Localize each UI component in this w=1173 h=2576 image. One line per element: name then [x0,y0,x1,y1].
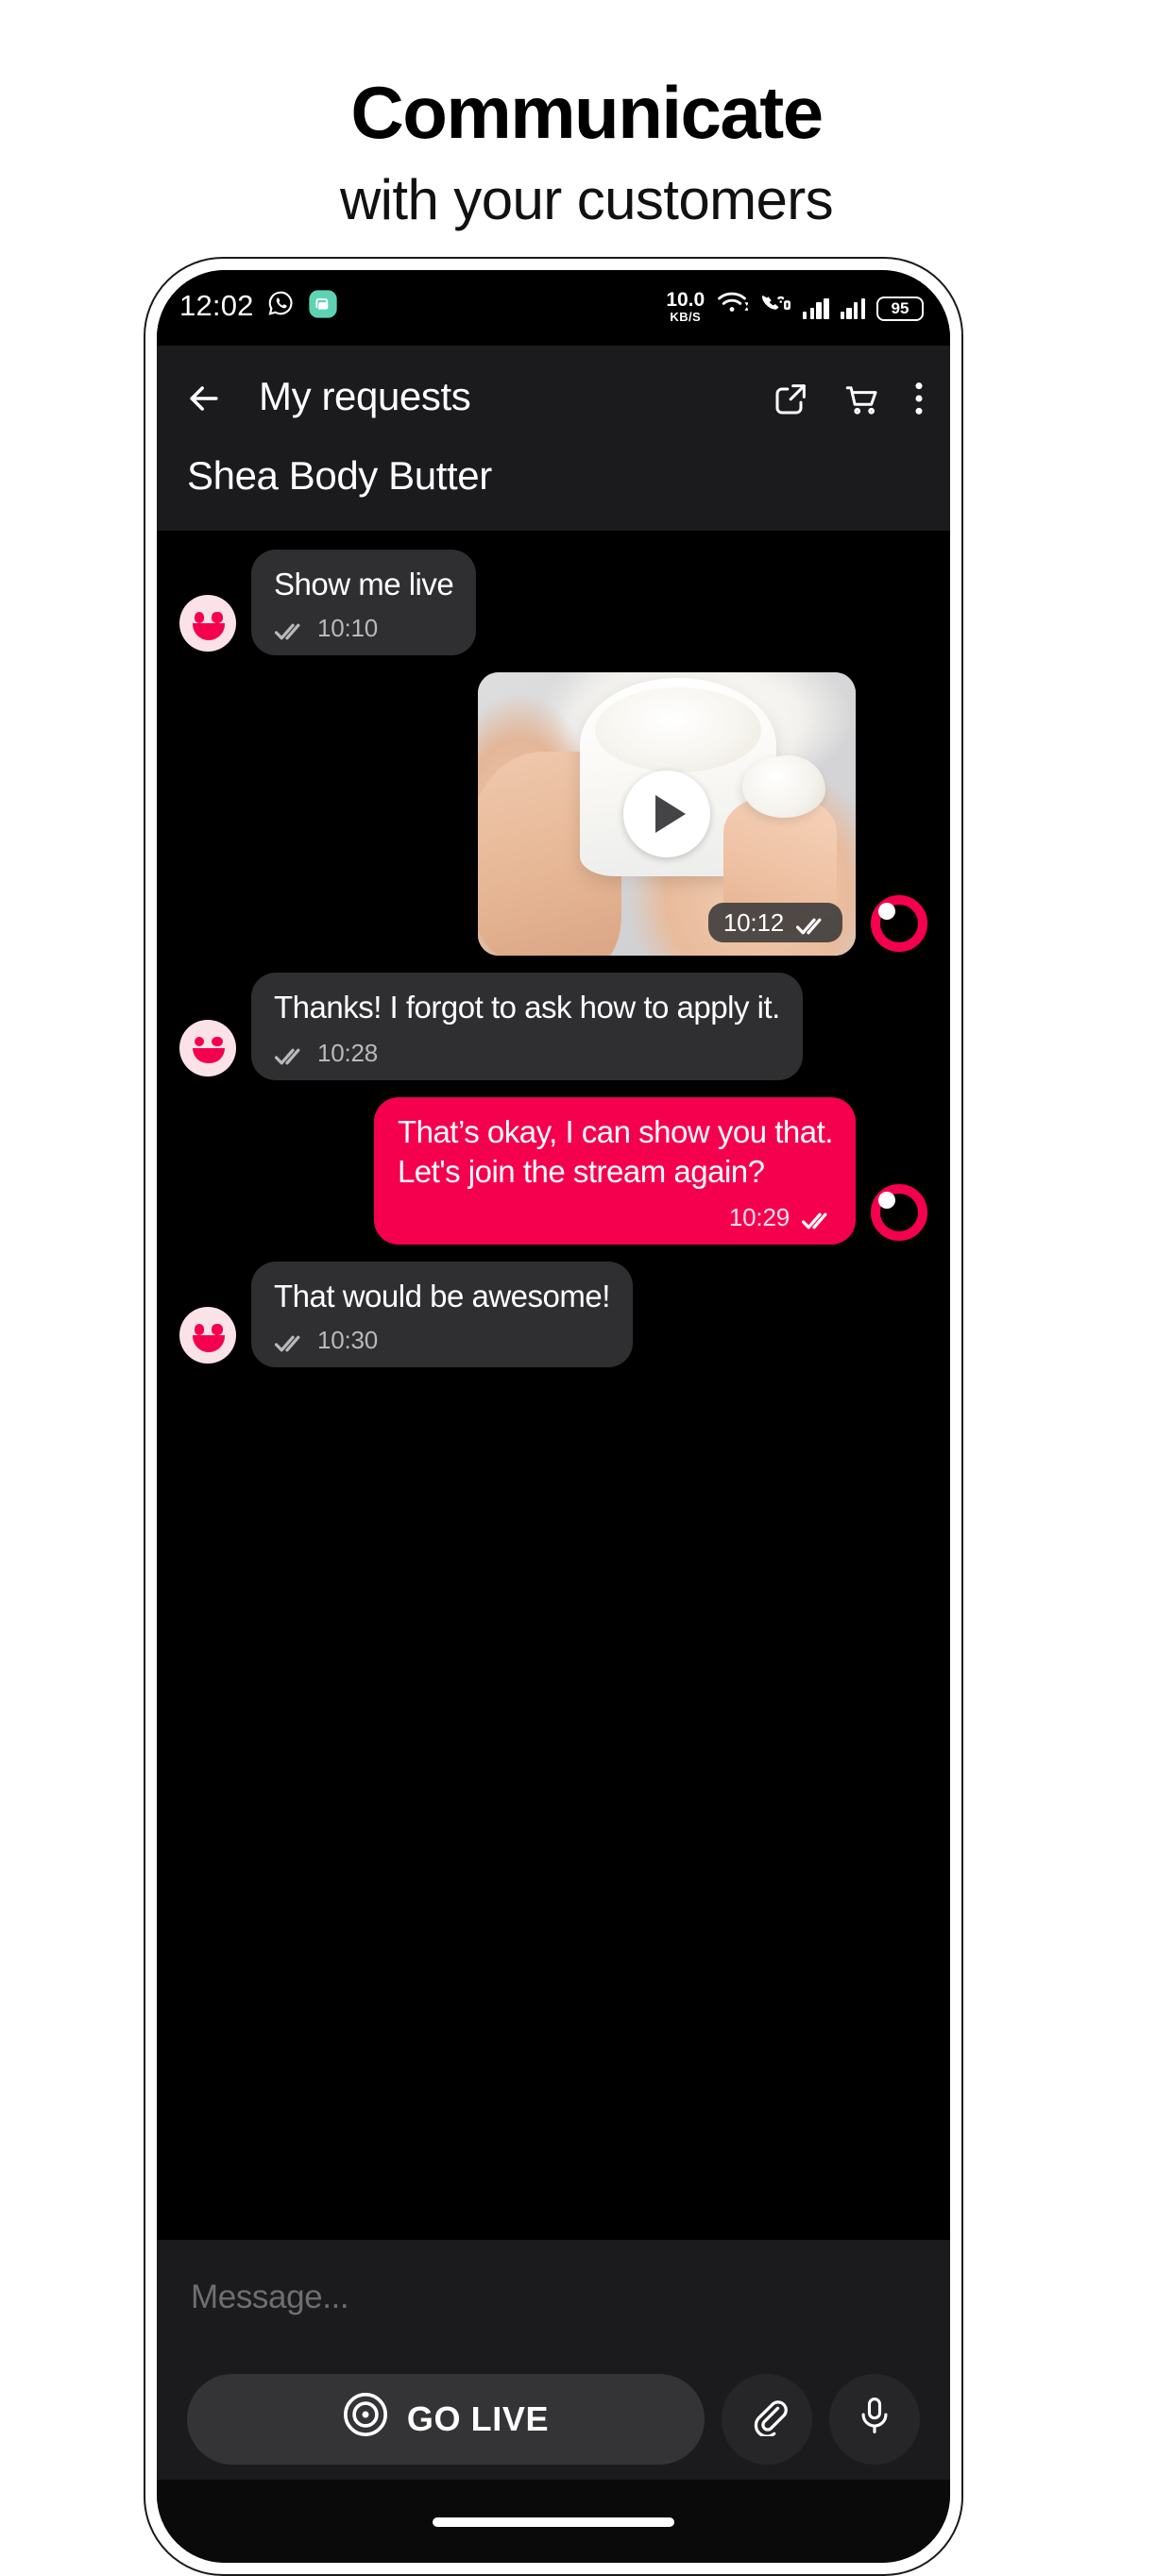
double-check-icon [274,1330,306,1352]
microphone-icon [854,2394,895,2445]
message-bubble[interactable]: That would be awesome! 10:30 [251,1261,633,1368]
message-row-outgoing-video[interactable]: 10:12 [179,672,927,957]
status-bar: 12:02 10.0 KB/S 95 [157,270,950,346]
signal-bars-icon [840,297,865,318]
phone-frame: 12:02 10.0 KB/S 95 My requests Shea Body… [144,257,963,2576]
wifi-icon [716,291,750,325]
product-title: Shea Body Butter [187,455,492,499]
message-text: Thanks! I forgot to ask how to apply it. [274,991,780,1026]
network-speed-unit: KB/S [670,311,702,324]
message-input[interactable]: Message... [187,2270,920,2317]
page-title: My requests [259,376,471,419]
paperclip-icon [745,2393,789,2446]
message-text: Show me live [274,568,454,602]
composer: Message... GO LIVE [157,2240,950,2480]
video-message-bubble[interactable]: 10:12 [478,672,856,957]
missed-call-icon [759,290,791,326]
smiley-avatar [179,1019,236,1076]
double-check-icon [795,913,827,936]
status-bar-left: 12:02 [179,288,339,328]
message-row-incoming[interactable]: Show me live 10:10 [179,550,927,656]
status-time: 12:02 [179,291,254,323]
smiley-avatar [179,1307,236,1364]
message-text-line-2: Let's join the stream again? [397,1156,765,1191]
double-check-icon [801,1207,833,1229]
message-list[interactable]: Show me live 10:10 10:12 Thanks! I forgo… [157,531,950,2240]
message-bubble[interactable]: Thanks! I forgot to ask how to apply it.… [251,973,803,1080]
go-live-label: GO LIVE [406,2399,550,2437]
chat-header: My requests Shea Body Butter [157,346,950,531]
whatsapp-icon [267,289,296,327]
message-meta: 10:29 [398,1203,833,1231]
message-time: 10:10 [317,614,379,643]
message-row-outgoing[interactable]: That’s okay, I can show you that. Let's … [179,1096,927,1245]
message-bubble[interactable]: That’s okay, I can show you that. Let's … [374,1096,856,1245]
message-time: 10:30 [317,1326,379,1355]
video-cream-shape [595,686,761,772]
attach-button[interactable] [722,2374,812,2465]
message-bubble[interactable]: Show me live 10:10 [251,550,477,656]
live-ring-avatar [871,1183,927,1241]
phone-screen: 12:02 10.0 KB/S 95 My requests Shea Body… [157,270,950,2563]
promo-subtitle: with your customers [339,167,834,231]
video-cream-dollop-shape [742,754,825,818]
voice-record-button[interactable] [829,2374,920,2465]
network-speed-indicator: 10.0 KB/S [666,291,705,325]
composer-controls: GO LIVE [187,2374,920,2465]
promo-banner: Communicate with your customers [0,0,1173,231]
message-meta: 10:10 [274,615,453,643]
message-row-incoming[interactable]: Thanks! I forgot to ask how to apply it.… [179,973,927,1080]
play-icon[interactable] [623,771,710,858]
share-external-icon[interactable] [773,380,810,417]
message-time: 10:12 [722,908,784,938]
smiley-avatar [179,595,236,652]
home-indicator[interactable] [433,2517,674,2526]
header-actions [773,379,924,418]
promo-title: Communicate [350,71,824,154]
shopping-cart-icon[interactable] [842,379,882,418]
header-row: My requests [183,361,924,436]
double-check-icon [274,1042,306,1065]
network-speed-value: 10.0 [666,289,706,312]
message-text: That would be awesome! [274,1280,610,1314]
double-check-icon [274,619,306,641]
go-live-button[interactable]: GO LIVE [187,2374,705,2465]
message-text-line-1: That’s okay, I can show you that. [397,1115,834,1150]
arrow-left-icon[interactable] [183,378,225,419]
messenger-icon [309,288,339,328]
message-row-incoming[interactable]: That would be awesome! 10:30 [179,1261,927,1368]
status-bar-right: 10.0 KB/S 95 [666,290,924,326]
system-navigation-bar [157,2480,950,2563]
message-meta: 10:30 [274,1326,610,1354]
battery-indicator: 95 [876,296,924,320]
more-vertical-icon[interactable] [914,380,924,417]
message-time: 10:29 [728,1202,790,1231]
message-meta: 10:28 [274,1039,780,1067]
message-time: 10:28 [317,1038,379,1067]
video-message-meta: 10:12 [707,903,842,943]
broadcast-target-icon [343,2391,390,2448]
live-ring-avatar [871,895,927,953]
signal-bars-icon [803,297,829,318]
